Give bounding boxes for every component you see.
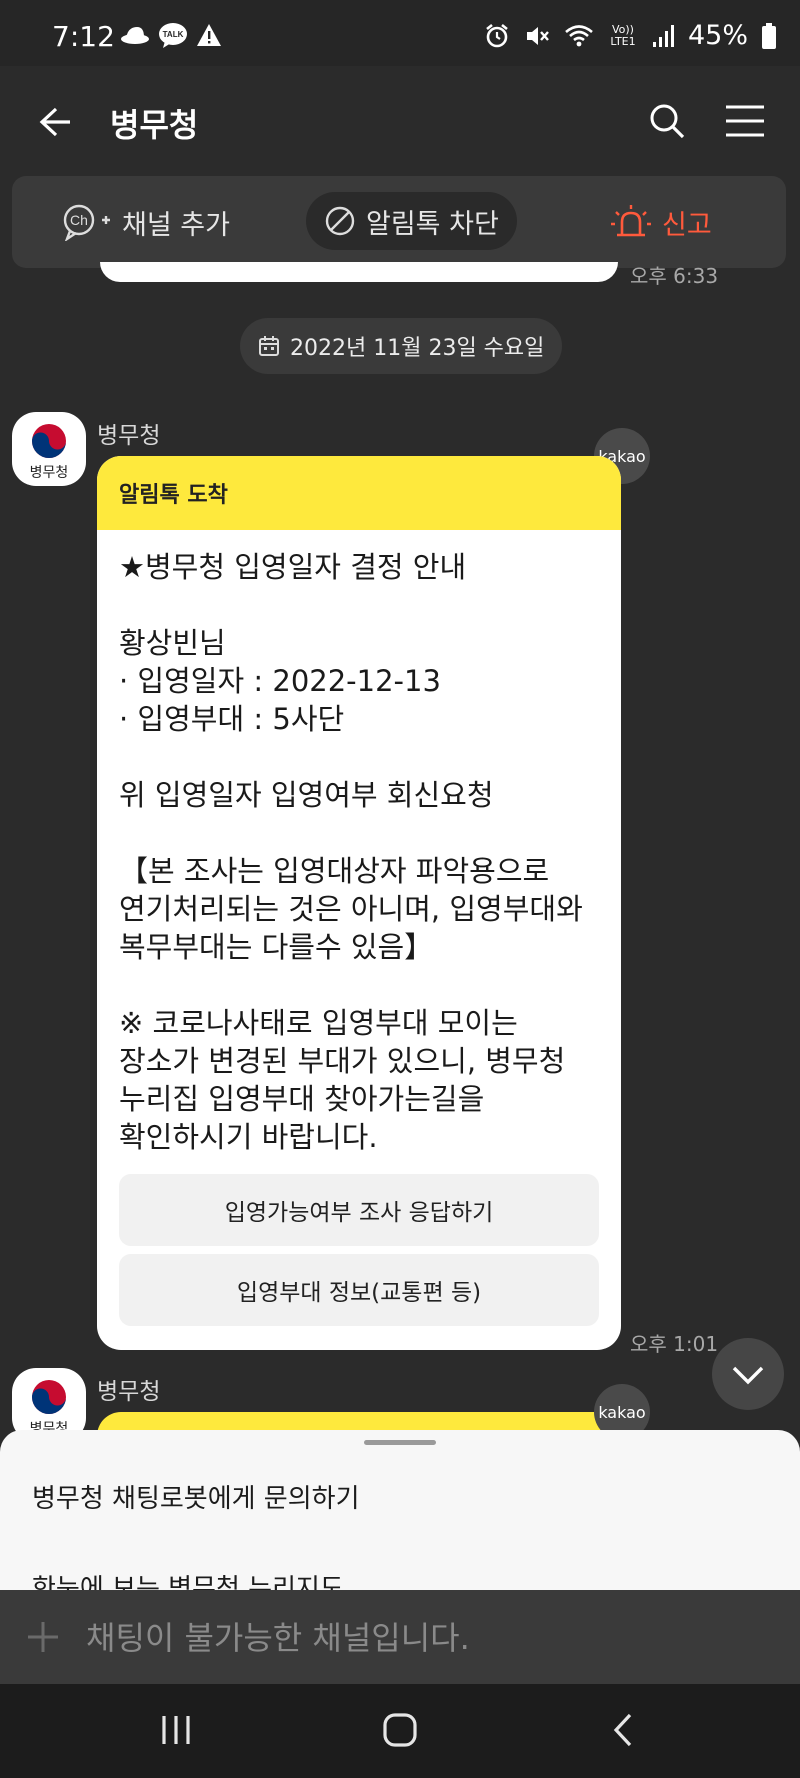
block-alimtalk-label: 알림톡 차단 <box>366 208 499 240</box>
system-icons: Vo)) LTE1 45% <box>484 20 776 51</box>
recent-apps-icon[interactable] <box>158 1712 194 1748</box>
talk-icon: TALK <box>159 23 187 48</box>
previous-message-card <box>100 262 618 282</box>
survey-response-button[interactable]: 입영가능여부 조사 응답하기 <box>119 1174 599 1246</box>
mute-icon <box>526 26 549 45</box>
alimtalk-message-card: 알림톡 도착 ★병무청 입영일자 결정 안내 황상빈님 · 입영일자 : 202… <box>97 456 621 1350</box>
channel-title: 병무청 <box>110 106 199 144</box>
search-icon[interactable] <box>648 102 686 140</box>
siren-icon <box>611 205 651 237</box>
card-header: 알림톡 도착 <box>97 456 621 530</box>
alarm-icon <box>486 23 508 47</box>
unit-info-button[interactable]: 입영부대 정보(교통편 등) <box>119 1254 599 1326</box>
battery-icon <box>762 22 776 49</box>
volte-label: Vo)) LTE1 <box>610 22 636 48</box>
add-channel-button[interactable]: Ch 채널 추가 <box>62 176 230 268</box>
menu-item-clip: 한눈에 보는 병무청 누리지도 <box>0 1556 800 1590</box>
sender-name-2: 병무청 <box>97 1379 161 1405</box>
calendar-icon <box>259 336 279 356</box>
back-arrow-icon[interactable] <box>36 104 72 140</box>
report-button[interactable]: 신고 <box>610 176 712 268</box>
warning-icon <box>197 24 221 46</box>
sheet-drag-handle[interactable] <box>364 1440 436 1445</box>
report-label: 신고 <box>662 209 712 241</box>
block-icon <box>325 206 355 236</box>
block-alimtalk-button[interactable]: 알림톡 차단 <box>306 192 517 250</box>
signal-icon <box>652 24 674 47</box>
message-body: ★병무청 입영일자 결정 안내 황상빈님 · 입영일자 : 2022-12-13… <box>119 550 583 1154</box>
wifi-icon <box>565 24 593 46</box>
svg-text:TALK: TALK <box>163 30 184 39</box>
channel-plus-icon: Ch <box>63 204 110 241</box>
scroll-to-bottom-button[interactable] <box>712 1338 784 1410</box>
previous-message-time: 오후 6:33 <box>630 264 719 288</box>
menu-item-map[interactable]: 한눈에 보는 병무청 누리지도 <box>32 1568 344 1590</box>
date-label: 2022년 11월 23일 수요일 <box>290 336 545 361</box>
menu-item-chatbot[interactable]: 병무청 채팅로봇에게 문의하기 <box>32 1478 360 1515</box>
plus-icon <box>28 1622 58 1652</box>
hat-icon <box>121 27 149 44</box>
notification-icons: TALK <box>120 22 222 48</box>
sender-name: 병무청 <box>97 423 161 449</box>
status-time: 7:12 <box>52 20 115 53</box>
battery-percent: 45% <box>687 20 748 51</box>
system-back-icon[interactable] <box>610 1712 638 1748</box>
date-divider: 2022년 11월 23일 수요일 <box>240 318 563 374</box>
chat-disabled-placeholder: 채팅이 불가능한 채널입니다. <box>86 1619 470 1657</box>
home-icon[interactable] <box>382 1712 418 1748</box>
menu-icon[interactable] <box>724 104 766 138</box>
message-time: 오후 1:01 <box>630 1332 719 1356</box>
add-channel-label: 채널 추가 <box>122 209 230 241</box>
chevron-down-icon <box>732 1366 764 1385</box>
svg-text:Ch: Ch <box>70 212 88 228</box>
avatar-label: 병무청 <box>29 465 69 481</box>
